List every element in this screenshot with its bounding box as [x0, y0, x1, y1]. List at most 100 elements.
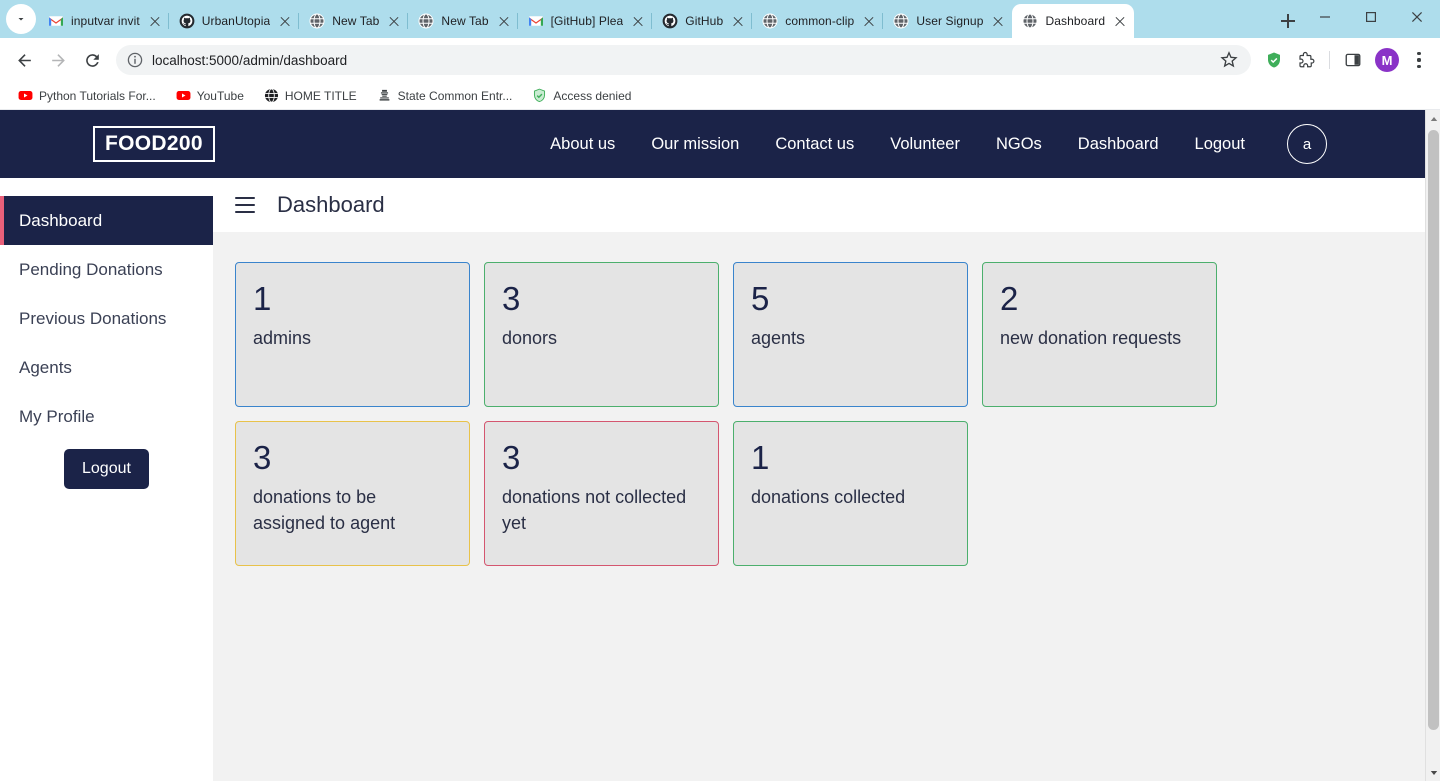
browser-tab[interactable]: Dashboard	[1012, 4, 1135, 38]
tab-close-icon[interactable]	[147, 13, 163, 29]
browser-tab[interactable]: GitHub	[651, 4, 752, 38]
browser-tab[interactable]: User Signup	[882, 4, 1012, 38]
bookmark-label: HOME TITLE	[284, 88, 357, 103]
sidebar-logout-button[interactable]: Logout	[64, 449, 149, 489]
tab-close-icon[interactable]	[990, 13, 1006, 29]
side-panel-icon[interactable]	[1338, 45, 1368, 75]
minimize-icon[interactable]	[1302, 0, 1348, 34]
chrome-globe-icon	[418, 13, 434, 29]
stat-label: donations not collected yet	[502, 486, 687, 533]
stat-label: agents	[751, 327, 806, 348]
tab-separator	[298, 13, 300, 29]
tab-close-icon[interactable]	[496, 13, 512, 29]
shield-check-icon	[532, 88, 547, 103]
sidebar-item-label: Previous Donations	[19, 308, 167, 328]
forward-icon[interactable]	[42, 44, 74, 76]
page-body: Dashboard Pending Donations Previous Donat…	[0, 178, 1425, 781]
site-logo[interactable]: FOOD200	[93, 126, 215, 162]
chrome-globe-icon	[762, 13, 778, 29]
stat-card[interactable]: 3 donors	[484, 262, 719, 407]
tab-close-icon[interactable]	[277, 13, 293, 29]
stat-label: donations collected	[751, 486, 906, 507]
sidebar-item-label: My Profile	[19, 406, 95, 426]
tab-close-icon[interactable]	[1112, 13, 1128, 29]
sidebar-item-label: Pending Donations	[19, 259, 163, 279]
browser-tab[interactable]: common-clip	[751, 4, 883, 38]
tab-title: inputvar invit	[71, 14, 140, 28]
scrollbar-thumb[interactable]	[1428, 130, 1439, 730]
site-nav-link[interactable]: Logout	[1177, 135, 1263, 154]
window-controls	[1302, 0, 1440, 38]
new-tab-button[interactable]	[1274, 7, 1302, 35]
site-nav-link[interactable]: Contact us	[757, 135, 872, 154]
tab-title: New Tab	[441, 14, 489, 28]
tab-title: common-clip	[785, 14, 855, 28]
sidebar-item-label: Agents	[19, 357, 72, 377]
tab-close-icon[interactable]	[630, 13, 646, 29]
tab-separator	[516, 13, 518, 29]
site-nav-link[interactable]: Dashboard	[1060, 135, 1177, 154]
browser-tab[interactable]: New Tab	[407, 4, 517, 38]
stat-card[interactable]: 1 donations collected	[733, 421, 968, 566]
bookmark-item[interactable]: YouTube	[168, 85, 252, 106]
stat-cards-row: 1 admins 3 donors 5 agents 2 new donation reque…	[235, 262, 1400, 407]
stat-card[interactable]: 3 donations not collected yet	[484, 421, 719, 566]
shield-extension-icon[interactable]	[1259, 45, 1289, 75]
tab-close-icon[interactable]	[861, 13, 877, 29]
hamburger-menu-icon[interactable]	[235, 197, 255, 213]
page-scrollbar[interactable]	[1425, 110, 1440, 781]
site-nav-link[interactable]: About us	[532, 135, 633, 154]
globe-icon	[264, 88, 279, 103]
bookmark-item[interactable]: Access denied	[524, 85, 639, 106]
stat-card[interactable]: 2 new donation requests	[982, 262, 1217, 407]
sidebar-item-my-profile[interactable]: My Profile	[0, 392, 213, 441]
stat-label: new donation requests	[1000, 327, 1182, 348]
web-page: FOOD200 About us Our mission Contact us Vol…	[0, 110, 1425, 781]
sidebar-item-pending-donations[interactable]: Pending Donations	[0, 245, 213, 294]
scroll-up-icon[interactable]	[1426, 110, 1440, 127]
site-nav-link[interactable]: Our mission	[633, 135, 757, 154]
back-icon[interactable]	[8, 44, 40, 76]
sidebar-item-agents[interactable]: Agents	[0, 343, 213, 392]
bookmark-item[interactable]: Python Tutorials For...	[10, 85, 164, 106]
stat-value: 3	[502, 280, 521, 317]
reload-icon[interactable]	[76, 44, 108, 76]
stat-card[interactable]: 5 agents	[733, 262, 968, 407]
close-window-icon[interactable]	[1394, 0, 1440, 34]
scroll-down-icon[interactable]	[1426, 764, 1440, 781]
stat-cards-row: 3 donations to be assigned to agent 3 donat…	[235, 421, 1400, 566]
tab-separator	[407, 13, 409, 29]
maximize-icon[interactable]	[1348, 0, 1394, 34]
site-nav-link[interactable]: NGOs	[978, 135, 1060, 154]
bookmark-item[interactable]: HOME TITLE	[256, 85, 365, 106]
sidebar-item-previous-donations[interactable]: Previous Donations	[0, 294, 213, 343]
tab-title: New Tab	[332, 14, 380, 28]
chrome-menu-icon[interactable]	[1406, 45, 1432, 75]
toolbar-divider	[1329, 51, 1330, 69]
sidebar-logout-wrap: Logout	[0, 441, 213, 489]
bookmark-star-icon[interactable]	[1219, 49, 1241, 71]
browser-tab[interactable]: UrbanUtopia	[167, 4, 299, 38]
stat-value: 3	[502, 439, 521, 476]
sidebar-item-dashboard[interactable]: Dashboard	[0, 196, 213, 245]
site-nav-link[interactable]: Volunteer	[872, 135, 978, 154]
site-info-icon[interactable]	[127, 52, 143, 68]
extensions-puzzle-icon[interactable]	[1291, 45, 1321, 75]
user-avatar[interactable]: a	[1287, 124, 1327, 164]
profile-avatar[interactable]: M	[1375, 48, 1399, 72]
tab-close-icon[interactable]	[730, 13, 746, 29]
page-title: Dashboard	[277, 192, 385, 217]
browser-tab[interactable]: [GitHub] Plea	[516, 4, 653, 38]
browser-tab[interactable]: New Tab	[298, 4, 408, 38]
stat-card[interactable]: 3 donations to be assigned to agent	[235, 421, 470, 566]
address-bar[interactable]: localhost:5000/admin/dashboard	[116, 45, 1251, 75]
page-viewport: FOOD200 About us Our mission Contact us Vol…	[0, 110, 1440, 781]
stat-card[interactable]: 1 admins	[235, 262, 470, 407]
tab-close-icon[interactable]	[386, 13, 402, 29]
browser-tab[interactable]: inputvar invit	[38, 4, 169, 38]
tab-separator	[167, 13, 169, 29]
stat-value: 1	[751, 439, 770, 476]
stat-value: 3	[253, 439, 272, 476]
bookmark-item[interactable]: State Common Entr...	[369, 85, 521, 106]
tab-search-icon[interactable]	[6, 4, 36, 34]
